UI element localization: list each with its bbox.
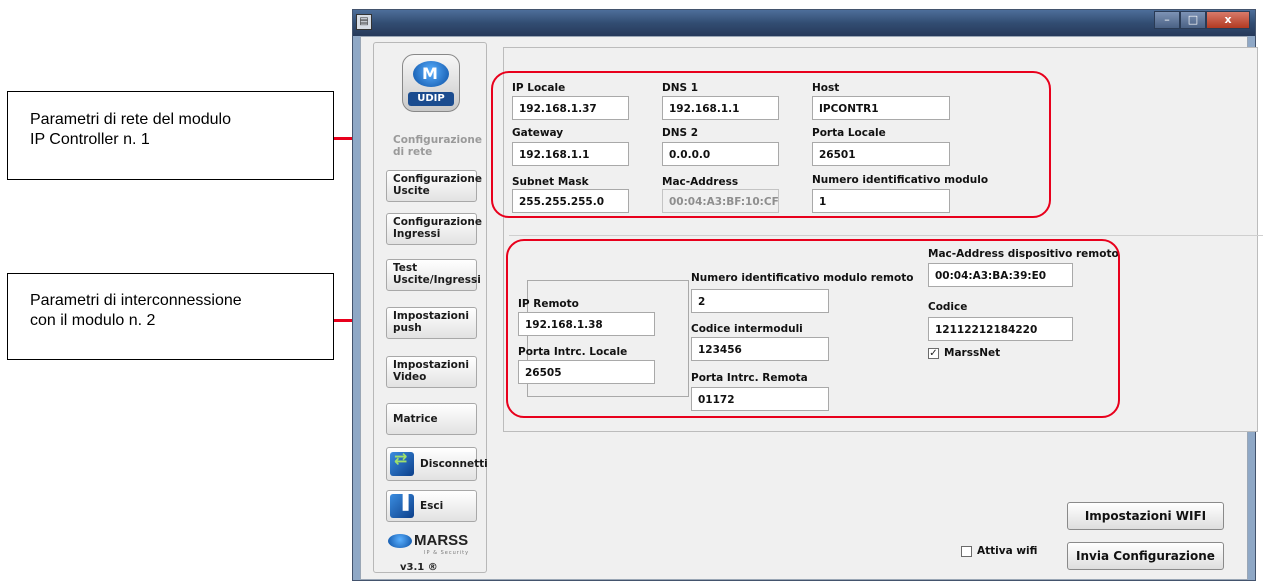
highlight-network xyxy=(491,71,1051,218)
sidebar-item-configurazione-ingressi[interactable]: Configurazione Ingressi xyxy=(386,213,482,245)
callout-interconnect: Parametri di interconnessione con il mod… xyxy=(7,273,334,360)
section-divider xyxy=(509,235,1263,236)
title-bar[interactable]: ▤ – □ x xyxy=(353,10,1255,36)
disconnect-label: Disconnetti xyxy=(420,458,488,470)
marss-logo-text: MARSS xyxy=(414,532,469,549)
close-button[interactable]: x xyxy=(1206,11,1250,29)
marss-logo: MARSS xyxy=(388,532,478,552)
disconnect-button[interactable]: Disconnetti xyxy=(386,447,488,481)
udip-logo-mark xyxy=(413,61,449,87)
exit-label: Esci xyxy=(420,500,444,512)
marss-logo-mark xyxy=(388,534,412,549)
callout-line: Parametri di interconnessione xyxy=(30,292,242,309)
minimize-button[interactable]: – xyxy=(1154,11,1180,29)
sidebar-item-impostazioni-video[interactable]: Impostazioni Video xyxy=(386,356,477,388)
window-controls: – □ x xyxy=(1154,11,1250,29)
callout-line: con il modulo n. 2 xyxy=(30,312,156,329)
callout-line: Parametri di rete del modulo xyxy=(30,111,231,128)
sidebar-item-matrice[interactable]: Matrice xyxy=(386,403,477,435)
sidebar-item-impostazioni-push[interactable]: Impostazioni push xyxy=(386,307,477,339)
callout-line: IP Controller n. 1 xyxy=(30,131,150,148)
attiva-wifi-box[interactable] xyxy=(961,545,972,557)
exit-button[interactable]: Esci xyxy=(386,490,477,522)
maximize-button[interactable]: □ xyxy=(1180,11,1206,29)
exit-icon xyxy=(390,494,414,518)
udip-logo: UDIP xyxy=(402,54,460,112)
highlight-interconnect xyxy=(506,239,1120,418)
disconnect-icon xyxy=(390,452,414,476)
sidebar-item-configurazione-uscite[interactable]: Configurazione Uscite xyxy=(386,170,482,202)
version-label: v3.1 ® xyxy=(400,562,438,573)
attiva-wifi-label: Attiva wifi xyxy=(977,545,1038,557)
attiva-wifi-checkbox[interactable]: Attiva wifi xyxy=(961,545,1037,557)
app-icon[interactable]: ▤ xyxy=(356,14,372,30)
impostazioni-wifi-button[interactable]: Impostazioni WIFI xyxy=(1067,502,1224,530)
sidebar: UDIP Configurazione di rete Configurazio… xyxy=(373,42,488,573)
callout-network: Parametri di rete del modulo IP Controll… xyxy=(7,91,334,180)
sidebar-item-test-uscite-ingressi[interactable]: Test Uscite/Ingressi xyxy=(386,259,481,291)
marss-tagline: IP & Security xyxy=(424,550,470,556)
invia-configurazione-button[interactable]: Invia Configurazione xyxy=(1067,542,1224,570)
udip-logo-text: UDIP xyxy=(408,92,454,106)
sidebar-item-configurazione-rete[interactable]: Configurazione di rete xyxy=(386,131,482,161)
